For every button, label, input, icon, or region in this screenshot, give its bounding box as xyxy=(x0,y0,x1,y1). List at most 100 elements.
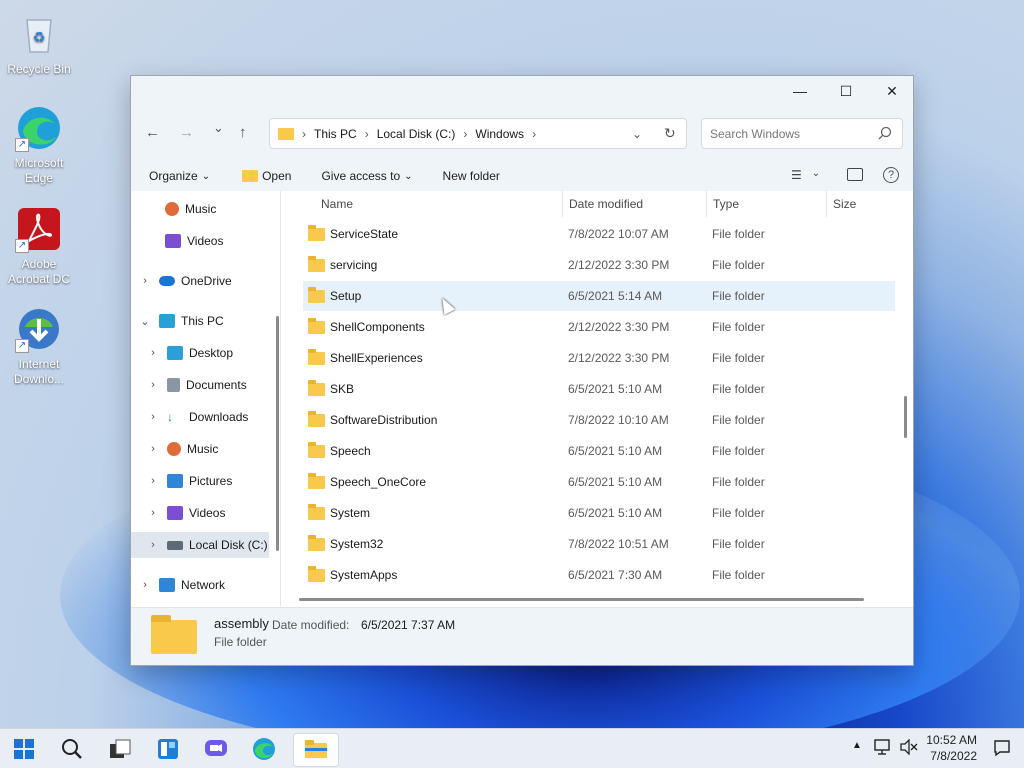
search-button[interactable] xyxy=(53,733,91,767)
new-folder-button[interactable]: New folder xyxy=(443,169,500,183)
recent-locations-button[interactable]: ⌄ xyxy=(213,120,224,136)
nav-item-downloads[interactable]: › ↓ Downloads xyxy=(131,404,271,430)
music-icon xyxy=(165,202,179,216)
file-row[interactable]: SystemApps 6/5/2021 7:30 AM File folder xyxy=(303,560,895,590)
file-row[interactable]: System32 7/8/2022 10:51 AM File folder xyxy=(303,529,895,559)
file-row[interactable]: SoftwareDistribution 7/8/2022 10:10 AM Fil… xyxy=(303,405,895,435)
address-bar[interactable]: › This PC › Local Disk (C:) › Windows › … xyxy=(269,118,687,149)
column-header-name[interactable]: Name xyxy=(321,191,353,217)
title-bar: — ☐ ✕ xyxy=(131,76,913,106)
file-list-vertical-scrollbar[interactable] xyxy=(904,396,907,438)
idm-icon: ↗ xyxy=(15,305,63,353)
breadcrumb-separator: › xyxy=(463,126,468,141)
folder-icon xyxy=(308,317,325,334)
maximize-button[interactable]: ☐ xyxy=(823,76,869,106)
breadcrumb-this-pc[interactable]: This PC xyxy=(314,127,357,141)
organize-button[interactable]: Organize ⌄ xyxy=(149,169,210,183)
music-icon xyxy=(167,442,181,456)
file-list-horizontal-scrollbar[interactable] xyxy=(299,598,864,601)
start-button[interactable] xyxy=(5,733,43,767)
chevron-right-icon[interactable]: › xyxy=(147,443,159,455)
folder-icon xyxy=(278,127,294,140)
task-view-icon xyxy=(109,739,131,762)
videos-icon xyxy=(167,506,183,520)
chevron-right-icon[interactable]: › xyxy=(139,275,151,287)
file-date: 6/5/2021 5:10 AM xyxy=(568,506,663,520)
task-view-button[interactable] xyxy=(101,733,139,767)
desktop-icon-idm[interactable]: ↗ Internet Downlo... xyxy=(4,305,74,387)
file-row[interactable]: servicing 2/12/2022 3:30 PM File folder xyxy=(303,250,895,280)
preview-pane-icon[interactable] xyxy=(847,168,863,181)
column-header-type[interactable]: Type xyxy=(713,191,739,217)
column-divider[interactable] xyxy=(562,191,563,217)
clock-time[interactable]: 10:52 AM xyxy=(925,733,977,747)
view-options-button[interactable]: ☰ ⌄ xyxy=(791,168,820,182)
chevron-right-icon[interactable]: › xyxy=(147,539,159,551)
breadcrumb-local-disk[interactable]: Local Disk (C:) xyxy=(377,127,456,141)
help-icon[interactable]: ? xyxy=(883,167,899,183)
nav-item-label: Local Disk (C:) xyxy=(189,538,268,552)
nav-item-network[interactable]: › Network xyxy=(131,572,271,598)
back-button[interactable]: ← xyxy=(145,124,160,141)
column-header-size[interactable]: Size xyxy=(833,191,856,217)
nav-item-this-pc[interactable]: ⌄ This PC xyxy=(131,308,271,334)
nav-item-music[interactable]: › Music xyxy=(131,436,271,462)
edge-taskbar-button[interactable] xyxy=(245,733,283,767)
column-divider[interactable] xyxy=(706,191,707,217)
file-row[interactable]: Setup 6/5/2021 5:14 AM File folder xyxy=(303,281,895,311)
desktop-icon-edge[interactable]: ↗ Microsoft Edge xyxy=(4,104,74,186)
desktop-icon-acrobat[interactable]: ↗ Adobe Acrobat DC xyxy=(4,205,74,287)
file-name: SystemApps xyxy=(330,568,398,582)
chevron-right-icon[interactable]: › xyxy=(147,379,159,391)
chevron-right-icon[interactable]: › xyxy=(147,475,159,487)
nav-item-pictures[interactable]: › Pictures xyxy=(131,468,271,494)
network-status-icon[interactable] xyxy=(874,739,892,758)
file-row[interactable]: Speech 6/5/2021 5:10 AM File folder xyxy=(303,436,895,466)
chevron-down-icon[interactable]: ⌄ xyxy=(139,315,151,328)
breadcrumb-separator: › xyxy=(532,126,537,141)
desktop-icon-recycle-bin[interactable]: ♻ Recycle Bin xyxy=(4,10,74,77)
file-date: 7/8/2022 10:10 AM xyxy=(568,413,669,427)
up-button[interactable]: ↑ xyxy=(239,124,247,141)
chevron-right-icon[interactable]: › xyxy=(147,411,159,423)
file-date: 7/8/2022 10:51 AM xyxy=(568,537,669,551)
file-row[interactable]: ShellExperiences 2/12/2022 3:30 PM File fo… xyxy=(303,343,895,373)
clock-date[interactable]: 7/8/2022 xyxy=(925,749,977,763)
forward-button[interactable]: → xyxy=(179,124,194,141)
open-button[interactable]: Open xyxy=(242,169,291,183)
close-button[interactable]: ✕ xyxy=(869,76,915,106)
file-explorer-taskbar-button[interactable] xyxy=(293,733,339,767)
nav-item-videos[interactable]: › Videos xyxy=(131,500,271,526)
chevron-right-icon[interactable]: › xyxy=(139,579,151,591)
details-pane: assembly Date modified: 6/5/2021 7:37 AM… xyxy=(131,607,913,665)
breadcrumb-windows[interactable]: Windows xyxy=(475,127,524,141)
file-row[interactable]: SKB 6/5/2021 5:10 AM File folder xyxy=(303,374,895,404)
nav-item-local-disk[interactable]: › Local Disk (C:) xyxy=(131,532,269,558)
file-row[interactable]: ShellComponents 2/12/2022 3:30 PM File fol… xyxy=(303,312,895,342)
nav-item-documents[interactable]: › Documents xyxy=(131,372,271,398)
nav-item-onedrive[interactable]: › OneDrive xyxy=(131,268,271,294)
file-row[interactable]: ServiceState 7/8/2022 10:07 AM File folder xyxy=(303,219,895,249)
minimize-button[interactable]: — xyxy=(777,76,823,106)
search-input[interactable]: Search Windows xyxy=(701,118,903,149)
give-access-button[interactable]: Give access to ⌄ xyxy=(321,169,412,183)
file-row[interactable]: Speech_OneCore 6/5/2021 5:10 AM File folde… xyxy=(303,467,895,497)
nav-pane-scrollbar[interactable] xyxy=(276,316,279,551)
file-row[interactable]: System 6/5/2021 5:10 AM File folder xyxy=(303,498,895,528)
column-header-date[interactable]: Date modified xyxy=(569,191,643,217)
show-hidden-icons-button[interactable]: ▲ xyxy=(852,740,862,751)
widgets-button[interactable] xyxy=(149,733,187,767)
chevron-right-icon[interactable]: › xyxy=(147,507,159,519)
nav-item-videos[interactable]: Videos xyxy=(131,228,271,254)
chevron-right-icon[interactable]: › xyxy=(147,347,159,359)
file-type: File folder xyxy=(712,475,765,489)
volume-muted-icon[interactable] xyxy=(900,738,918,758)
nav-item-label: Documents xyxy=(186,378,247,392)
address-dropdown-icon[interactable]: ⌄ xyxy=(632,127,642,141)
nav-item-music[interactable]: Music xyxy=(131,196,271,222)
notifications-icon[interactable] xyxy=(993,739,1011,760)
refresh-icon[interactable]: ↻ xyxy=(664,125,676,142)
nav-item-desktop[interactable]: › Desktop xyxy=(131,340,271,366)
chat-button[interactable] xyxy=(197,733,235,767)
column-divider[interactable] xyxy=(826,191,827,217)
